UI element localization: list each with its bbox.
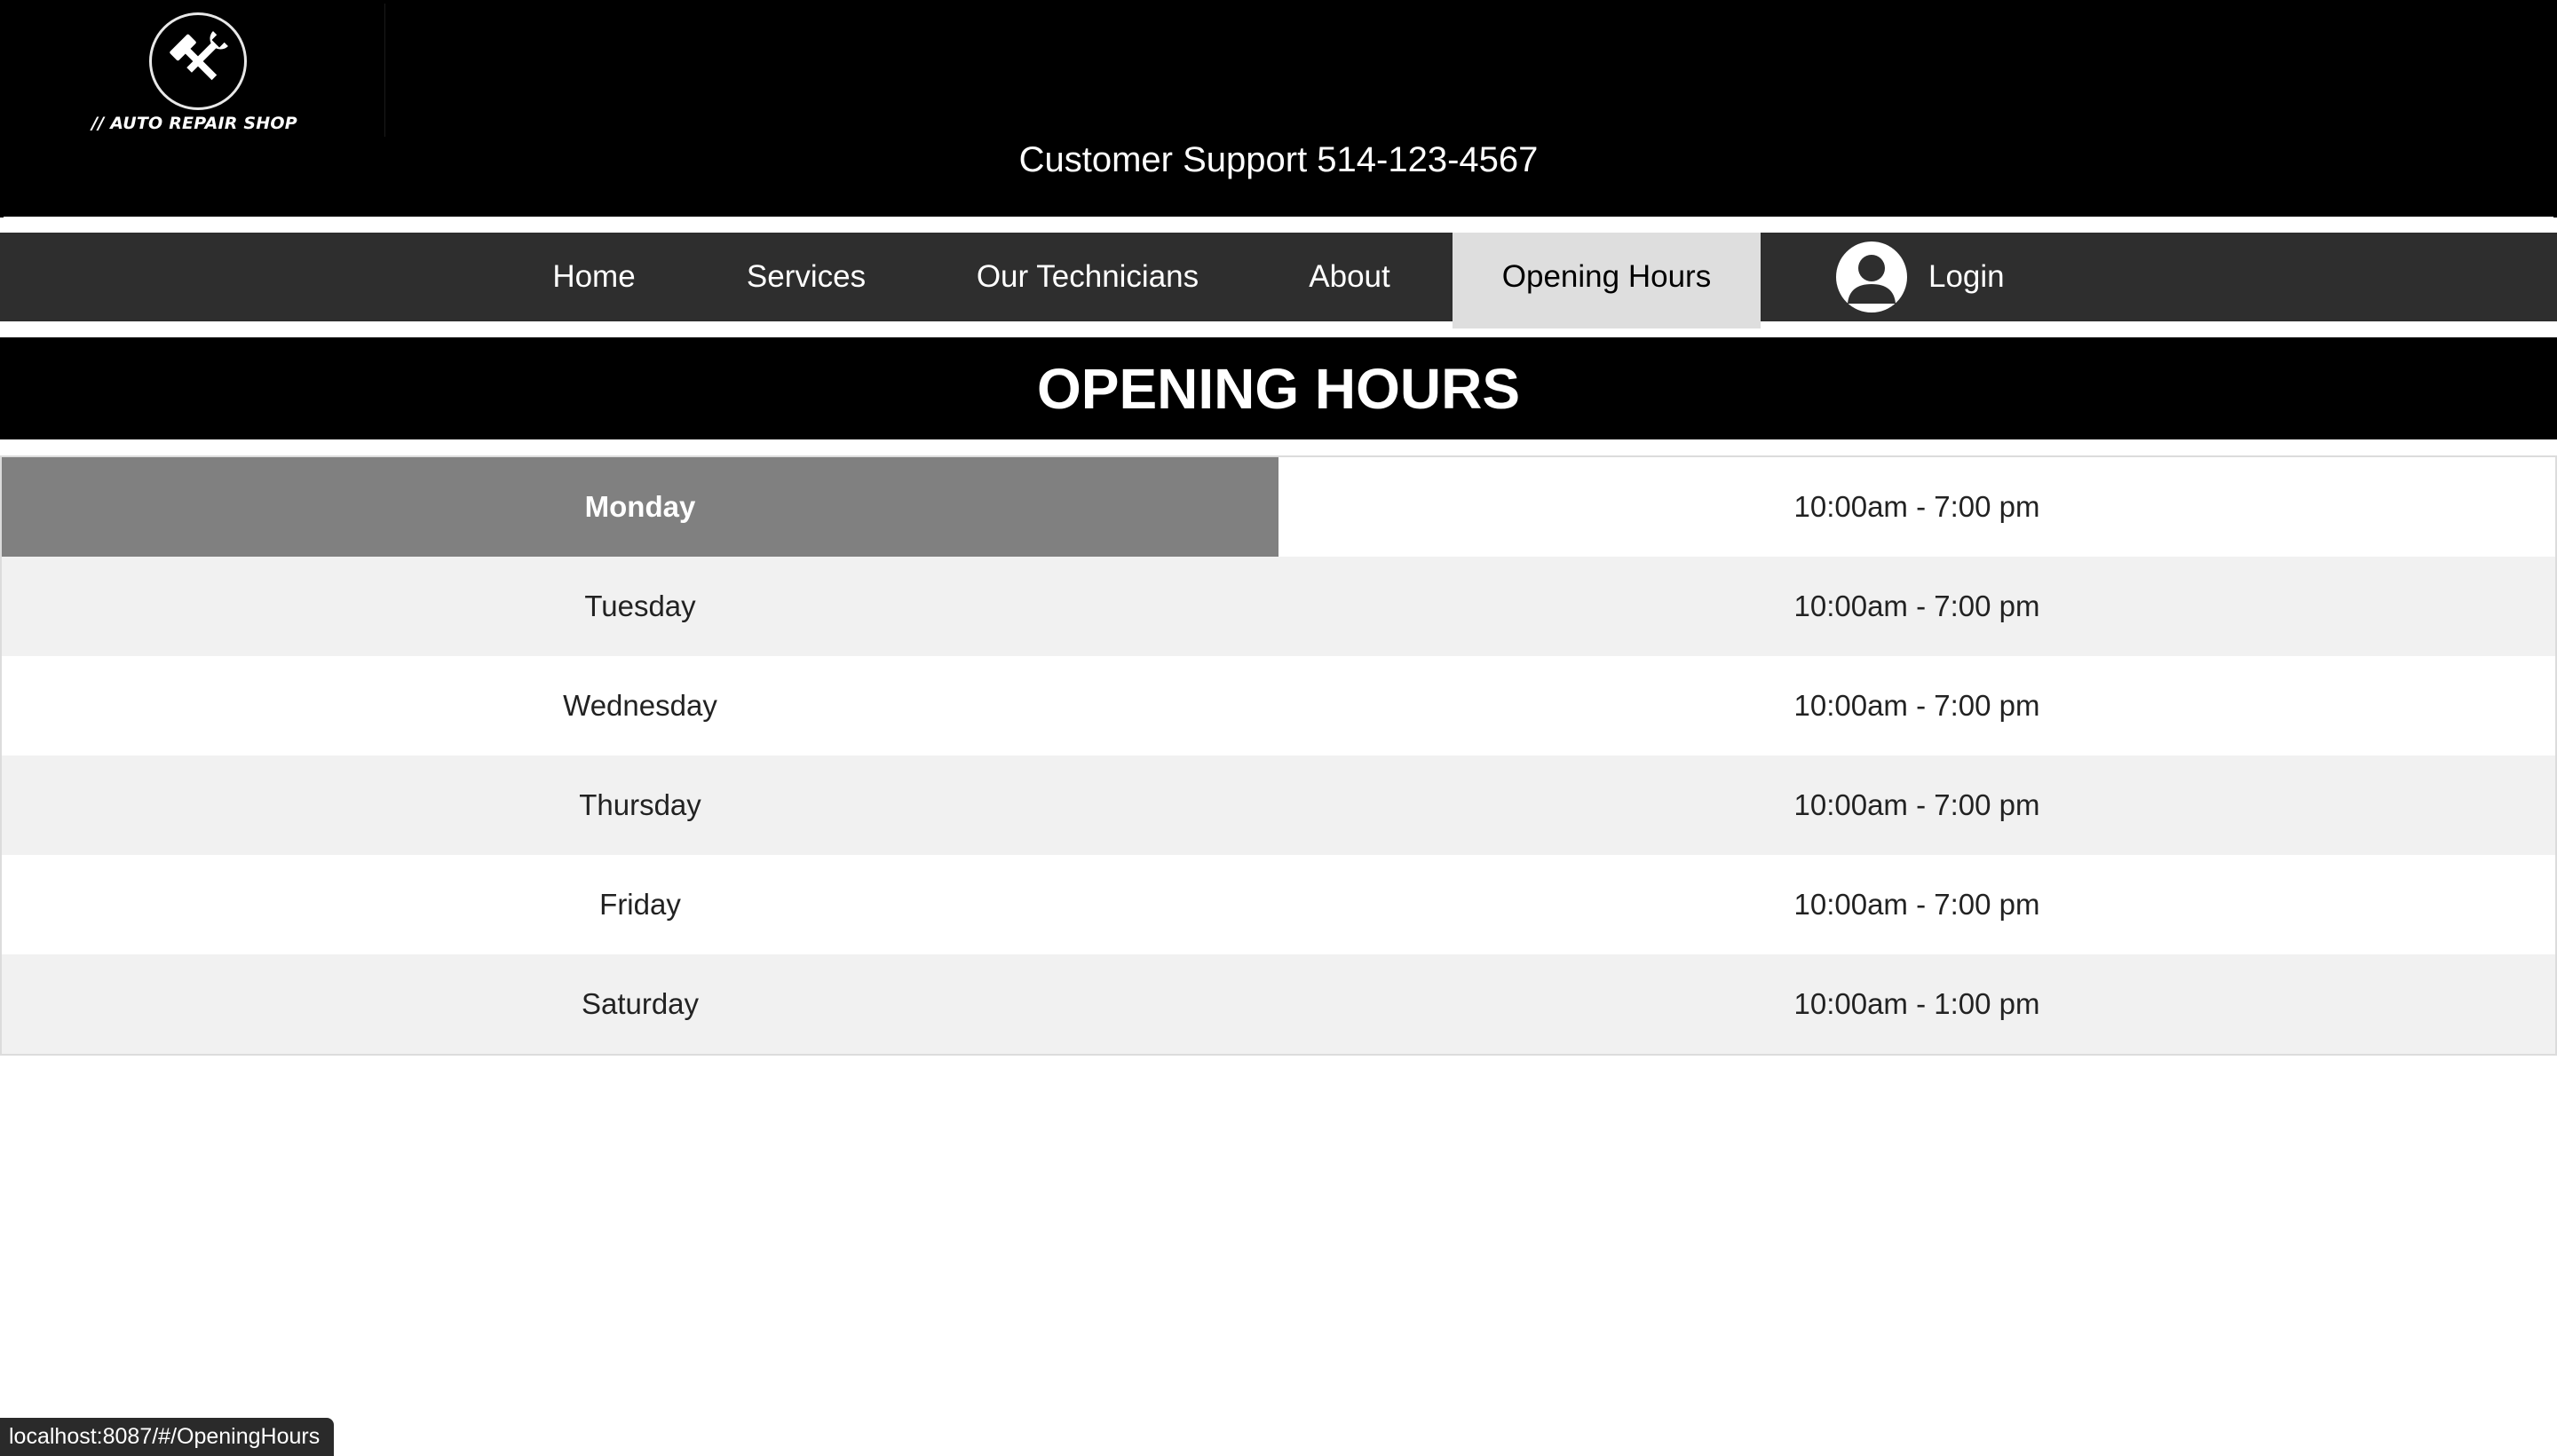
time-cell: 10:00am - 7:00 pm <box>1793 888 2040 921</box>
table-row: Friday 10:00am - 7:00 pm <box>2 855 2555 954</box>
day-cell: Thursday <box>579 788 701 821</box>
table-row: Thursday 10:00am - 7:00 pm <box>2 756 2555 855</box>
user-avatar-icon <box>1836 241 1907 313</box>
nav-our-technicians[interactable]: Our Technicians <box>954 233 1221 328</box>
day-cell: Friday <box>599 888 681 921</box>
logo[interactable]: // AUTO REPAIR SHOP <box>4 4 385 137</box>
table-row: Monday 10:00am - 7:00 pm <box>2 457 2555 557</box>
day-cell: Wednesday <box>563 689 717 722</box>
day-cell: Tuesday <box>584 590 696 622</box>
time-cell: 10:00am - 7:00 pm <box>1793 590 2040 622</box>
table-row: Tuesday 10:00am - 7:00 pm <box>2 557 2555 656</box>
nav-about[interactable]: About <box>1283 233 1416 328</box>
main-nav: Home Services Our Technicians About Open… <box>0 233 2557 328</box>
time-cell: 10:00am - 7:00 pm <box>1793 490 2040 523</box>
nav-home[interactable]: Home <box>519 233 669 328</box>
login-label: Login <box>1928 259 2005 294</box>
site-header: // AUTO REPAIR SHOP Customer Support 514… <box>0 0 2557 226</box>
nav-login[interactable]: Login <box>1825 233 2029 328</box>
day-cell: Monday <box>2 457 1278 557</box>
time-cell: 10:00am - 1:00 pm <box>1793 987 2040 1020</box>
time-cell: 10:00am - 7:00 pm <box>1793 788 2040 821</box>
header-divider <box>4 224 2553 226</box>
table-row: Wednesday 10:00am - 7:00 pm <box>2 656 2555 756</box>
nav-opening-hours[interactable]: Opening Hours <box>1453 233 1761 328</box>
header-divider <box>4 217 2553 219</box>
day-cell: Saturday <box>581 987 700 1020</box>
nav-services[interactable]: Services <box>717 233 895 328</box>
time-cell: 10:00am - 7:00 pm <box>1793 689 2040 722</box>
page-title: OPENING HOURS <box>0 337 2557 439</box>
tools-icon <box>149 12 247 110</box>
opening-hours-table: Monday 10:00am - 7:00 pm Tuesday 10:00am… <box>0 455 2557 1056</box>
table-row: Saturday 10:00am - 1:00 pm <box>2 954 2555 1054</box>
logo-text: // AUTO REPAIR SHOP <box>91 114 297 133</box>
customer-support-text: Customer Support 514-123-4567 <box>1018 140 1539 179</box>
status-bar-url: localhost:8087/#/OpeningHours <box>0 1418 335 1456</box>
